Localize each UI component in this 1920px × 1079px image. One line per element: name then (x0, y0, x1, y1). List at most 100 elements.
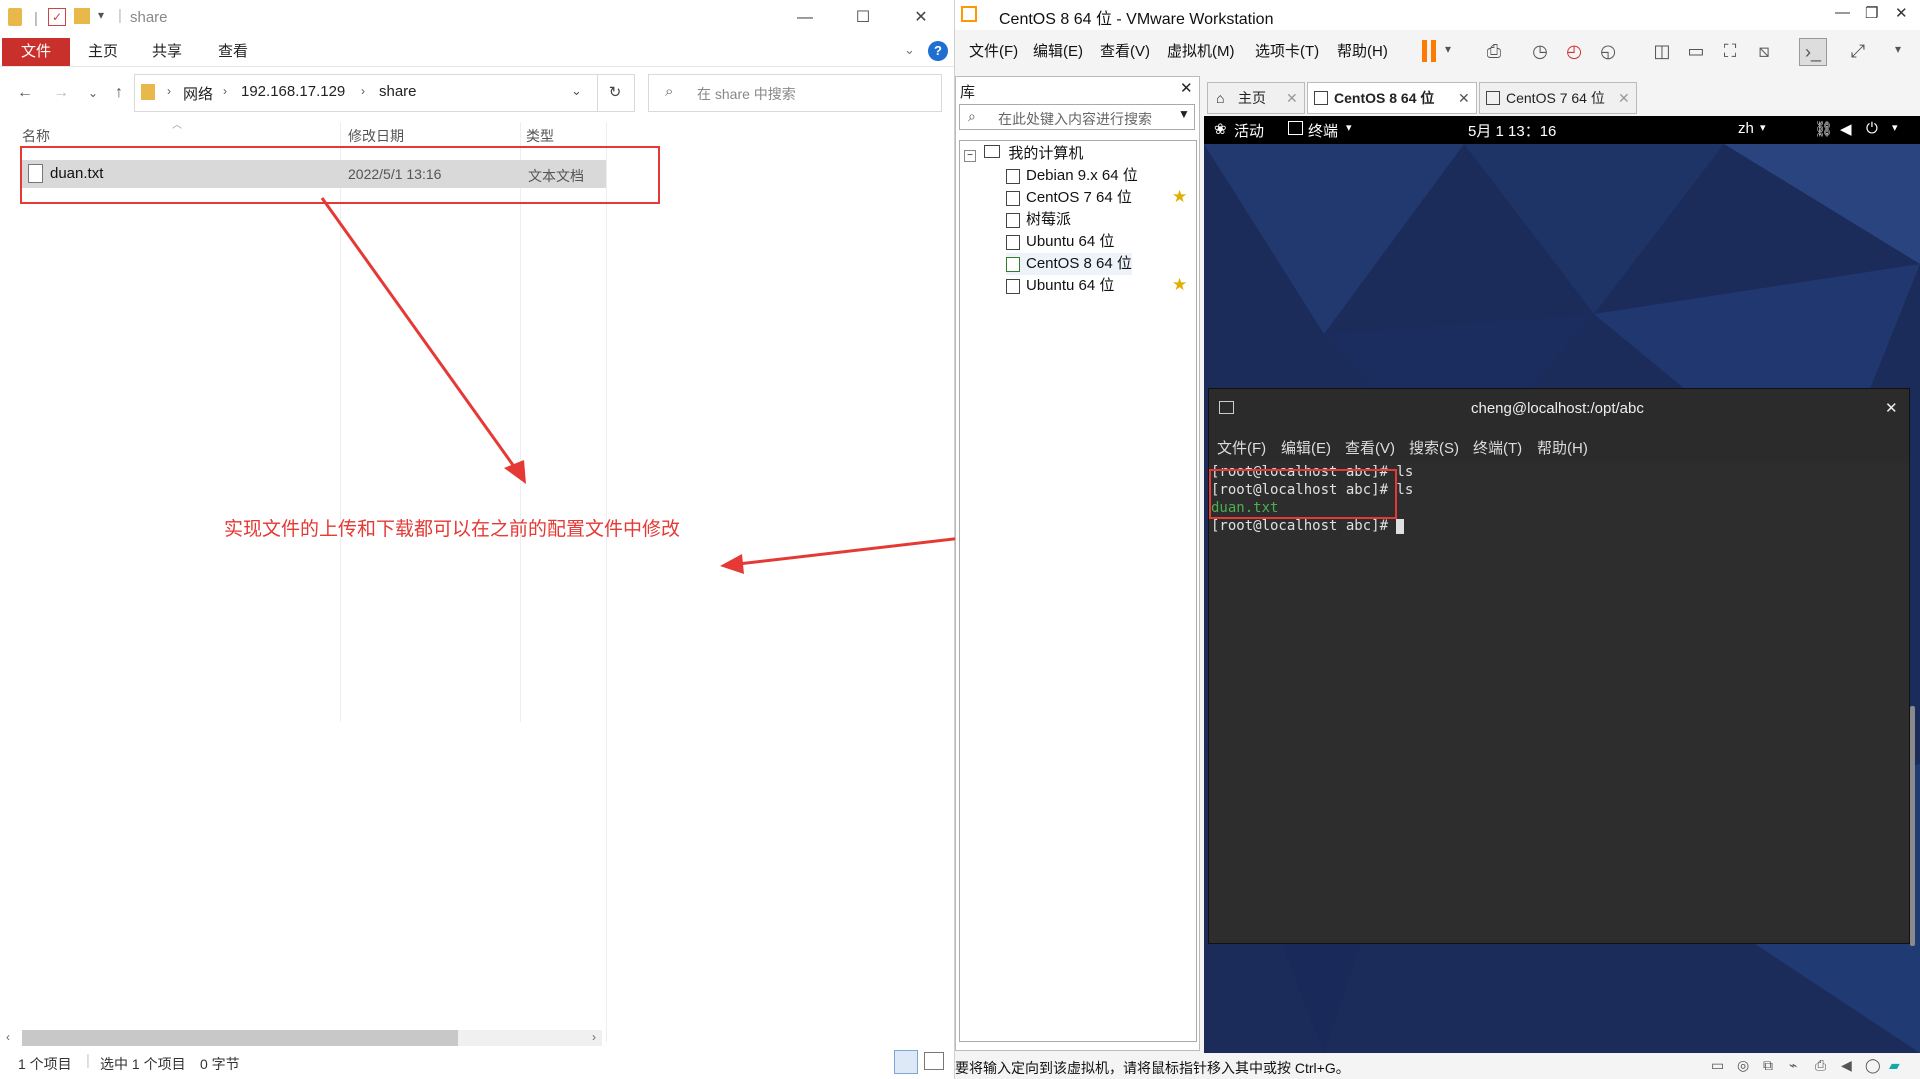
terminal-menu-view[interactable]: 查看(V) (1345, 437, 1395, 458)
power-dropdown-icon[interactable]: ▾ (1445, 42, 1451, 56)
app-menu[interactable]: 终端 (1308, 120, 1338, 141)
vm-label: Ubuntu 64 位 (1026, 233, 1115, 250)
tab-label: CentOS 7 64 位 (1506, 90, 1605, 106)
usb-icon[interactable]: ⌁ (1789, 1057, 1797, 1074)
annotation-highlight-box (1209, 469, 1397, 519)
guest-scrollbar[interactable] (1910, 706, 1915, 946)
terminal-menu-edit[interactable]: 编辑(E) (1281, 437, 1331, 458)
input-language[interactable]: zh (1738, 120, 1754, 137)
unity-icon[interactable]: ⧅ (1751, 38, 1777, 64)
star-icon[interactable]: ★ (1172, 187, 1187, 207)
terminal-menu-terminal[interactable]: 终端(T) (1473, 437, 1522, 458)
terminal-menu-file[interactable]: 文件(F) (1217, 437, 1266, 458)
search-dropdown-icon[interactable]: ▼ (1178, 107, 1190, 121)
status-message: 要将输入定向到该虚拟机，请将鼠标指针移入其中或按 Ctrl+G。 (955, 1060, 1350, 1076)
cd-rom-icon[interactable]: ◎ (1737, 1057, 1749, 1074)
display-icon[interactable]: ◯ (1865, 1057, 1881, 1074)
tree-vm-item[interactable]: 树莓派 (1006, 209, 1071, 231)
snapshot-icon[interactable]: ◷ (1527, 38, 1553, 64)
tab-centos8[interactable]: CentOS 8 64 位 ✕ (1307, 82, 1477, 114)
vm-icon (1006, 234, 1020, 250)
library-title: 库 (960, 84, 976, 101)
tree-vm-item[interactable]: Ubuntu 64 位 (1006, 275, 1114, 297)
tab-home[interactable]: ⌂ 主页 ✕ (1207, 82, 1305, 114)
vm-label: Debian 9.x 64 位 (1026, 167, 1138, 184)
terminal-app-icon (1288, 121, 1303, 135)
vm-label: CentOS 7 64 位 (1026, 189, 1132, 206)
thumbnail-bar-icon[interactable]: ▭ (1683, 38, 1709, 64)
close-tab-icon[interactable]: ✕ (1286, 83, 1298, 113)
revert-snapshot-icon[interactable]: ◴ (1561, 38, 1587, 64)
terminal-close-icon[interactable]: ✕ (1885, 399, 1898, 417)
tree-vm-item-selected[interactable]: CentOS 8 64 位 (1006, 253, 1132, 275)
close-tab-icon[interactable]: ✕ (1458, 83, 1470, 113)
activities-button[interactable]: 活动 (1234, 120, 1264, 141)
system-menu-dropdown-icon[interactable]: ▾ (1892, 121, 1898, 134)
terminal-menu-help[interactable]: 帮助(H) (1537, 437, 1588, 458)
terminal-window[interactable]: cheng@localhost:/opt/abc ✕ 文件(F) 编辑(E) 查… (1208, 388, 1910, 944)
menu-help[interactable]: 帮助(H) (1337, 40, 1388, 61)
console-view-icon[interactable]: ›_ (1799, 38, 1827, 66)
library-search-placeholder: 在此处键入内容进行搜索 (998, 111, 1152, 127)
vmware-logo-icon (961, 6, 977, 22)
guest-display[interactable]: ❀ 活动 终端 ▾ 5月 1 13：16 zh ▾ ⛓ ◀ ⏻ ▾ cheng@… (1204, 116, 1920, 1053)
close-button[interactable]: ✕ (1895, 4, 1908, 22)
network-adapter-icon[interactable]: ⧉ (1763, 1057, 1773, 1074)
full-screen-icon[interactable]: ⛶ (1717, 38, 1743, 64)
menu-vm[interactable]: 虚拟机(M) (1167, 40, 1235, 61)
vm-icon (1006, 168, 1020, 184)
menu-edit[interactable]: 编辑(E) (1033, 40, 1083, 61)
library-search-input[interactable]: ⌕ 在此处键入内容进行搜索 ▼ (959, 104, 1195, 130)
menu-tabs[interactable]: 选项卡(T) (1255, 40, 1319, 61)
terminal-cursor (1396, 518, 1405, 534)
send-ctrl-alt-del-icon[interactable]: ⎙ (1481, 38, 1507, 64)
tree-root-label: 我的计算机 (1008, 145, 1084, 162)
vm-label: CentOS 8 64 位 (1026, 255, 1132, 272)
app-menu-dropdown-icon[interactable]: ▾ (1346, 121, 1352, 134)
hard-disk-icon[interactable]: ▭ (1711, 1057, 1724, 1074)
tab-centos7[interactable]: CentOS 7 64 位 ✕ (1479, 82, 1637, 114)
tree-root[interactable]: − 我的计算机 (964, 143, 1083, 165)
network-icon[interactable]: ⛓ (1814, 120, 1833, 138)
tree-vm-item[interactable]: Debian 9.x 64 位 (1006, 165, 1138, 187)
window-title: CentOS 8 64 位 - VMware Workstation (999, 11, 1274, 28)
stretch-guest-icon[interactable]: ⤢ (1845, 38, 1871, 64)
language-dropdown-icon[interactable]: ▾ (1760, 121, 1766, 134)
vm-icon (1006, 212, 1020, 228)
stretch-dropdown-icon[interactable]: ▾ (1895, 42, 1901, 56)
vmware-window: CentOS 8 64 位 - VMware Workstation — ❐ ✕… (955, 0, 1920, 1079)
terminal-prompt-line: [root@localhost abc]# (1211, 517, 1405, 535)
sound-icon[interactable]: ◀ (1841, 1057, 1852, 1074)
home-icon: ⌂ (1216, 90, 1225, 106)
vm-label: Ubuntu 64 位 (1026, 277, 1115, 294)
snapshot-manager-icon[interactable]: ◵ (1595, 38, 1621, 64)
terminal-output[interactable]: [root@localhost abc]# ls [root@localhost… (1209, 463, 1909, 943)
minimize-button[interactable]: — (1835, 4, 1850, 21)
vmware-titlebar: CentOS 8 64 位 - VMware Workstation — ❐ ✕ (955, 0, 1920, 30)
volume-icon[interactable]: ◀ (1840, 120, 1852, 138)
tree-vm-item[interactable]: CentOS 7 64 位 (1006, 187, 1132, 209)
close-tab-icon[interactable]: ✕ (1618, 83, 1630, 113)
terminal-prompt: [root@localhost abc]# (1211, 518, 1397, 534)
gnome-top-bar: ❀ 活动 终端 ▾ 5月 1 13：16 zh ▾ ⛓ ◀ ⏻ ▾ (1204, 116, 1920, 144)
message-log-icon[interactable]: ▰ (1889, 1057, 1900, 1074)
vm-icon (1006, 278, 1020, 294)
vm-icon (1006, 190, 1020, 206)
tab-label: 主页 (1238, 90, 1266, 106)
restore-button[interactable]: ❐ (1865, 4, 1878, 22)
star-icon[interactable]: ★ (1172, 275, 1187, 295)
tree-vm-item[interactable]: Ubuntu 64 位 (1006, 231, 1114, 253)
power-icon[interactable]: ⏻ (1866, 120, 1878, 137)
collapse-icon[interactable]: − (964, 150, 976, 162)
printer-icon[interactable]: ⎙ (1815, 1057, 1826, 1074)
library-tree: − 我的计算机 Debian 9.x 64 位 CentOS 7 64 位 ★ … (959, 140, 1197, 1042)
menu-view[interactable]: 查看(V) (1100, 40, 1150, 61)
pause-icon-bar (1431, 40, 1436, 62)
pause-icon[interactable] (1422, 40, 1427, 62)
menu-file[interactable]: 文件(F) (969, 40, 1018, 61)
terminal-menu-search[interactable]: 搜索(S) (1409, 437, 1459, 458)
show-library-icon[interactable]: ◫ (1649, 38, 1675, 64)
clock[interactable]: 5月 1 13：16 (1468, 120, 1556, 141)
library-close-icon[interactable]: ✕ (1180, 79, 1193, 97)
vm-icon (1314, 91, 1328, 105)
